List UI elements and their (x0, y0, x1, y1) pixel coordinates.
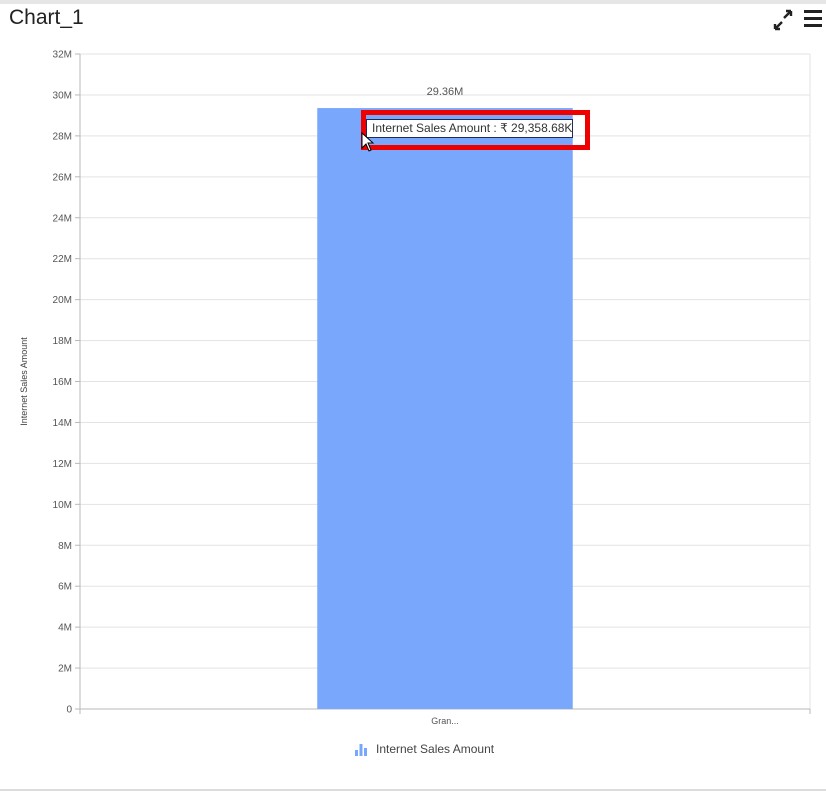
x-tick-label: Gran... (431, 716, 459, 726)
y-tick-label: 22M (53, 254, 72, 265)
widget-bottom-border (0, 789, 826, 791)
y-tick-label: 4M (58, 623, 72, 634)
bar-data-label: 29.36M (427, 86, 464, 98)
bar-chart-icon (355, 744, 367, 756)
y-tick-label: 8M (58, 541, 72, 552)
bar (317, 108, 573, 710)
y-tick-label: 24M (53, 213, 72, 224)
y-tick-label: 6M (58, 582, 72, 593)
y-tick-label: 16M (53, 377, 72, 388)
mouse-pointer-icon (361, 131, 377, 154)
y-tick-label: 10M (53, 500, 72, 511)
y-tick-label: 20M (53, 295, 72, 306)
highlight-annotation-box (361, 110, 590, 150)
y-tick-label: 26M (53, 172, 72, 183)
y-tick-label: 28M (53, 131, 72, 142)
chart-legend[interactable]: Internet Sales Amount (354, 741, 494, 757)
y-tick-label: 14M (53, 418, 72, 429)
legend-label: Internet Sales Amount (376, 742, 495, 756)
y-tick-label: 12M (53, 459, 72, 470)
y-axis-title: Internet Sales Amount (19, 337, 29, 426)
y-tick-label: 0 (66, 705, 72, 716)
y-tick-label: 18M (53, 336, 72, 347)
y-tick-label: 32M (53, 50, 72, 61)
y-tick-label: 2M (58, 664, 72, 675)
y-tick-label: 30M (53, 90, 72, 101)
